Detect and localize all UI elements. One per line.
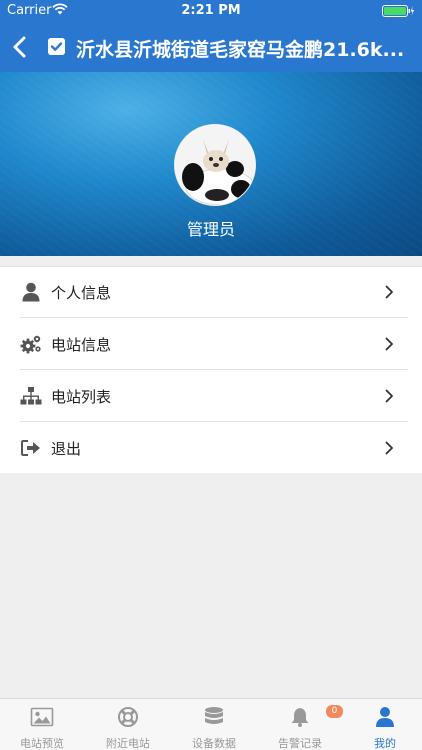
menu-item-logout[interactable]: 退出 [0, 422, 422, 474]
checkbox-icon[interactable] [48, 38, 65, 55]
picture-icon [30, 707, 54, 727]
chevron-right-icon [385, 337, 393, 351]
chevron-right-icon [385, 285, 393, 299]
menu-item-label: 个人信息 [51, 284, 112, 302]
alarm-count-badge: 0 [326, 705, 343, 718]
profile-banner: 管理员 [0, 72, 422, 256]
user-icon [376, 707, 394, 727]
navigation-bar: 沂水县沂城街道毛家窑马金鹏21.6k... [0, 22, 422, 72]
menu-item-personal-info[interactable]: 个人信息 [0, 266, 422, 318]
tab-label: 设备数据 [192, 737, 236, 750]
menu-item-station-info[interactable]: 电站信息 [0, 318, 422, 370]
database-icon [205, 707, 223, 724]
menu-item-label: 退出 [51, 440, 82, 458]
user-name: 管理员 [186, 220, 235, 239]
menu-item-label: 电站列表 [51, 388, 112, 406]
menu-item-label: 电站信息 [51, 336, 112, 354]
avatar[interactable] [174, 124, 256, 206]
back-arrow-icon[interactable] [8, 34, 34, 60]
tab-device-data[interactable]: 设备数据 [172, 699, 256, 750]
lifebuoy-icon [118, 707, 138, 727]
tab-label: 电站预览 [20, 737, 64, 750]
tab-label: 附近电站 [106, 737, 150, 750]
chevron-right-icon [385, 389, 393, 403]
user-icon [22, 282, 40, 302]
sitemap-icon [20, 387, 42, 405]
menu-item-station-list[interactable]: 电站列表 [0, 370, 422, 422]
tab-bar: 电站预览 附近电站 设备数据 告警记录 0 我的 [0, 698, 422, 750]
bell-icon [291, 708, 309, 727]
tab-label: 告警记录 [278, 737, 322, 750]
sign-out-icon [21, 440, 40, 456]
chevron-right-icon [385, 441, 393, 455]
tab-mine[interactable]: 我的 [343, 699, 422, 750]
avatar-image [175, 125, 255, 205]
settings-menu: 个人信息 电站信息 电站列表 退出 [0, 266, 422, 473]
tab-station-overview[interactable]: 电站预览 [0, 699, 84, 750]
clock: 2:21 PM [181, 3, 241, 18]
gears-icon [20, 335, 41, 354]
tab-label: 我的 [374, 737, 396, 750]
station-title: 沂水县沂城街道毛家窑马金鹏21.6k... [76, 39, 405, 61]
status-bar: Carrier 2:21 PM [0, 0, 422, 22]
tab-nearby-stations[interactable]: 附近电站 [86, 699, 170, 750]
battery-icon [382, 5, 414, 17]
